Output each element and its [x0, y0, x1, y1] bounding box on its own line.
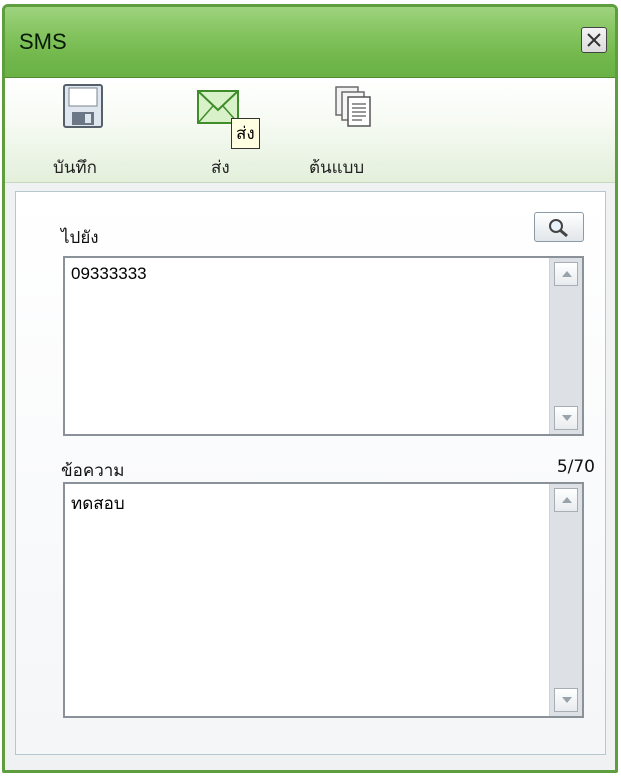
- scroll-down-button[interactable]: [554, 688, 578, 712]
- recipient-field[interactable]: 09333333: [63, 256, 584, 436]
- save-button[interactable]: บันทึก: [49, 84, 119, 179]
- message-label: ข้อความ: [61, 461, 125, 481]
- message-scrollbar[interactable]: [549, 484, 582, 716]
- save-label: บันทึก: [53, 158, 97, 178]
- template-button[interactable]: ต้นแบบ: [305, 84, 395, 179]
- template-label: ต้นแบบ: [309, 158, 365, 178]
- to-label: ไปยัง: [61, 228, 99, 248]
- message-field[interactable]: ทดสอบ: [63, 482, 584, 718]
- window-title: SMS: [19, 29, 67, 54]
- char-counter: 5/70: [556, 457, 595, 477]
- recipient-value: 09333333: [71, 264, 147, 283]
- arrow-down-icon: [562, 415, 572, 421]
- sms-window: SMS บันทึก ส่ง ส่ง ต้นแบบ ไปยัง 09333333…: [2, 4, 618, 773]
- arrow-up-icon: [562, 271, 572, 277]
- message-value: ทดสอบ: [71, 494, 125, 513]
- scroll-up-button[interactable]: [554, 488, 578, 512]
- send-tooltip: ส่ง: [231, 118, 260, 149]
- contact-search-button[interactable]: [534, 212, 584, 242]
- floppy-disk-icon: [63, 84, 103, 128]
- toolbar: บันทึก ส่ง ส่ง ต้นแบบ: [5, 78, 615, 183]
- scroll-up-button[interactable]: [554, 262, 578, 286]
- documents-icon: [335, 86, 371, 127]
- magnifier-icon: [549, 219, 568, 238]
- title-bar: SMS: [5, 7, 615, 78]
- scroll-down-button[interactable]: [554, 406, 578, 430]
- close-icon: [587, 33, 601, 47]
- recipient-scrollbar[interactable]: [549, 258, 582, 434]
- arrow-up-icon: [562, 497, 572, 503]
- send-label: ส่ง: [211, 158, 230, 178]
- close-button[interactable]: [581, 27, 607, 53]
- arrow-down-icon: [562, 697, 572, 703]
- sms-form-panel: ไปยัง 09333333 ข้อความ 5/70 ทดสอบ: [15, 191, 606, 755]
